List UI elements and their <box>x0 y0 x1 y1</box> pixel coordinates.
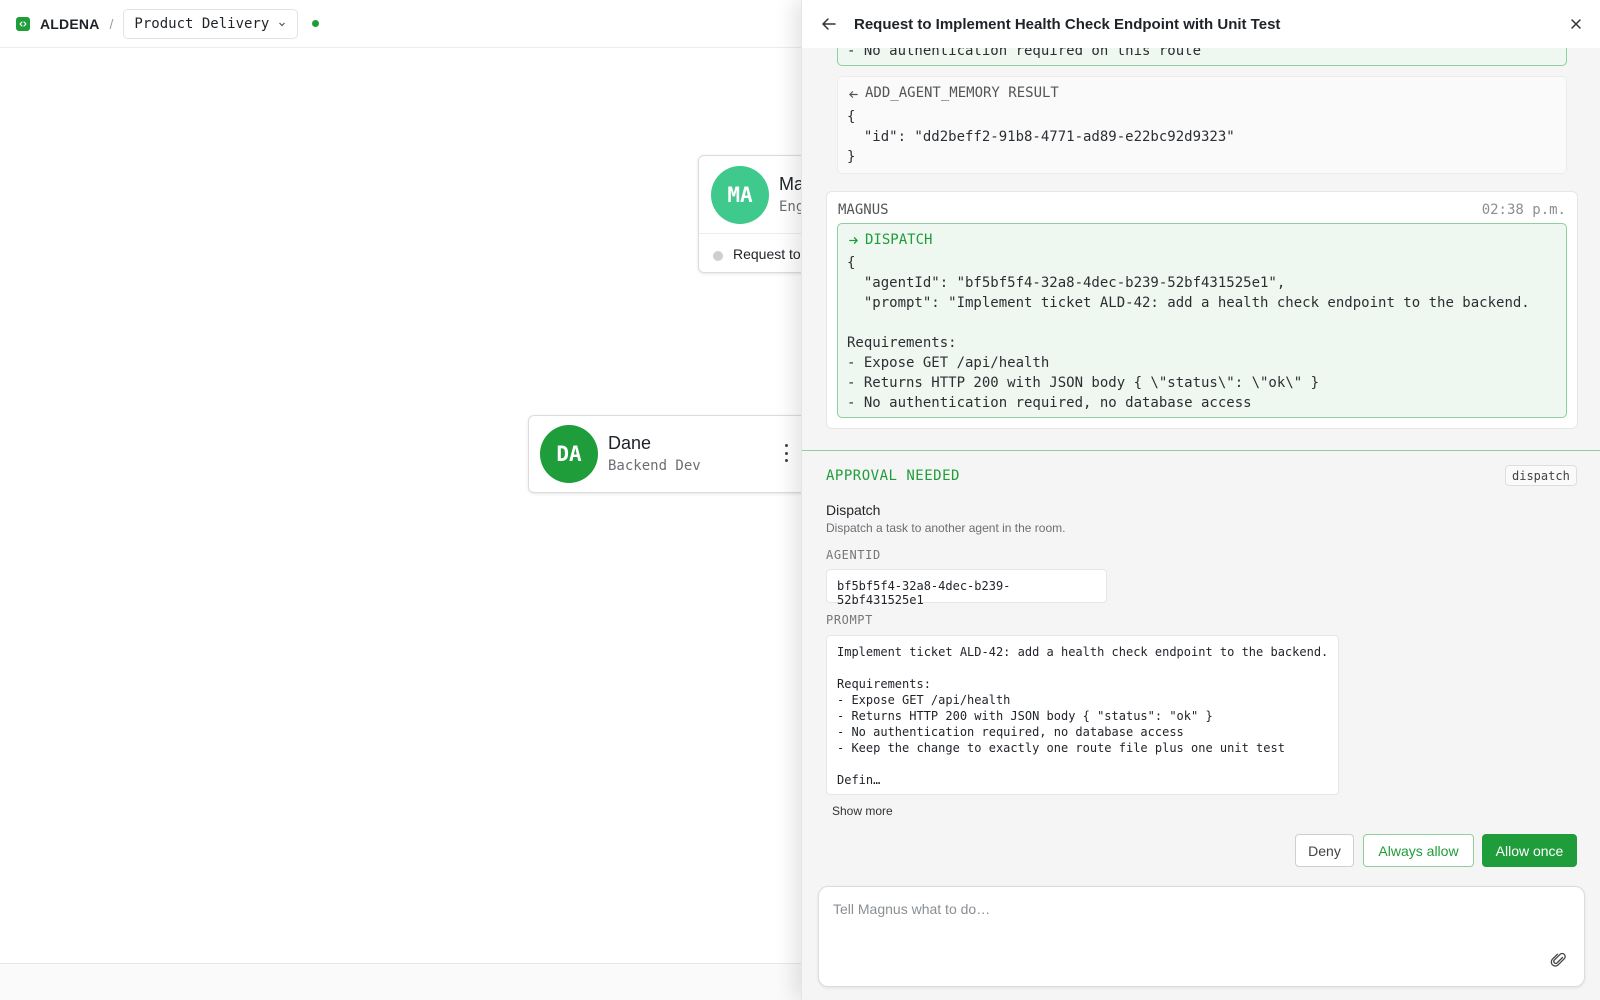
request-drawer: Request to Implement Health Check Endpoi… <box>801 0 1600 1000</box>
tool-description: Dispatch a task to another agent in the … <box>826 521 1066 535</box>
composer <box>818 886 1585 987</box>
tool-result-block: ADD_AGENT_MEMORY RESULT { "id": "dd2beff… <box>837 76 1567 174</box>
agent-task-text: Request to <box>733 246 801 262</box>
prompt-value: Implement ticket ALD-42: add a health ch… <box>826 635 1339 795</box>
brand-name: ALDENA <box>40 15 100 32</box>
prompt-line: - Returns HTTP 200 with JSON body { "sta… <box>837 709 1213 723</box>
message-card: MAGNUS 02:38 p.m. DISPATCH { "agentId": … <box>826 191 1578 429</box>
code-line: Requirements: <box>847 335 957 351</box>
drawer-title: Request to Implement Health Check Endpoi… <box>854 16 1281 33</box>
tool-name: Dispatch <box>826 502 881 518</box>
code-line: "id": "dd2beff2-91b8-4771-ad89-e22bc92d9… <box>847 129 1235 145</box>
prompt-line: - No authentication required, no databas… <box>837 725 1184 739</box>
avatar: DA <box>540 425 598 483</box>
prompt-line: Implement ticket ALD-42: add a health ch… <box>837 645 1329 659</box>
tool-result-label: ADD_AGENT_MEMORY RESULT <box>865 85 1059 101</box>
arrow-left-icon <box>848 91 858 98</box>
chevron-down-icon <box>279 22 286 26</box>
tool-call-label: DISPATCH <box>865 232 933 248</box>
status-dot <box>713 251 723 261</box>
prompt-line: Defin… <box>837 773 881 787</box>
message-history[interactable]: - No authentication required on this rou… <box>802 48 1600 450</box>
agent-name: Dane <box>608 433 652 453</box>
message-author: MAGNUS <box>838 202 889 218</box>
code-line: "prompt": "Implement ticket ALD-42: add … <box>847 295 1530 311</box>
tool-tag: dispatch <box>1505 465 1577 486</box>
close-icon[interactable] <box>1568 16 1584 32</box>
code-line: - No authentication required, no databas… <box>847 395 1252 411</box>
deny-button[interactable]: Deny <box>1295 834 1354 867</box>
prompt-line: - Keep the change to exactly one route f… <box>837 741 1285 755</box>
code-line: - Returns HTTP 200 with JSON body { \"st… <box>847 375 1320 391</box>
room-select[interactable]: Product Delivery <box>123 8 299 39</box>
agentid-value: bf5bf5f4-32a8-4dec-b239-52bf431525e1 <box>826 569 1107 607</box>
agentid-text: bf5bf5f4-32a8-4dec-b239-52bf431525e1 <box>837 579 1011 607</box>
arrow-right-icon <box>849 237 859 244</box>
approval-title: APPROVAL NEEDED <box>826 468 960 484</box>
code-line: "agentId": "bf5bf5f4-32a8-4dec-b239-52bf… <box>847 275 1286 291</box>
composer-area <box>802 878 1600 1000</box>
always-allow-button[interactable]: Always allow <box>1363 834 1474 867</box>
previous-dispatch-block: - No authentication required on this rou… <box>837 48 1567 66</box>
allow-once-button[interactable]: Allow once <box>1482 834 1577 867</box>
show-more-link[interactable]: Show more <box>832 804 893 818</box>
message-timestamp: 02:38 p.m. <box>1481 202 1566 218</box>
agent-role: Backend Dev <box>608 458 701 474</box>
back-arrow-icon[interactable] <box>820 15 838 33</box>
agentid-label: AGENTID <box>826 548 881 562</box>
more-options-icon[interactable] <box>783 444 789 462</box>
aldena-logo-icon <box>16 16 30 31</box>
breadcrumb-separator: / <box>109 15 114 32</box>
message-input[interactable] <box>833 901 1533 941</box>
code-line: } <box>847 149 856 165</box>
avatar: MA <box>711 166 769 224</box>
prompt-line: Requirements: <box>837 677 931 691</box>
prompt-line: - Expose GET /api/health <box>837 693 1011 707</box>
agent-card-dane[interactable]: DA Dane Backend Dev <box>528 415 818 493</box>
approval-panel: APPROVAL NEEDED dispatch Dispatch Dispat… <box>802 450 1600 878</box>
paperclip-icon[interactable] <box>1550 951 1568 969</box>
code-line: - Expose GET /api/health <box>847 355 1050 371</box>
status-dot <box>312 20 320 27</box>
code-line: - No authentication required on this rou… <box>847 48 1202 59</box>
code-line: { <box>847 109 856 125</box>
code-line: { <box>847 255 856 271</box>
room-select-label: Product Delivery <box>134 15 270 32</box>
prompt-label: PROMPT <box>826 613 873 627</box>
dispatch-call-block: DISPATCH { "agentId": "bf5bf5f4-32a8-4de… <box>837 223 1567 418</box>
drawer-header: Request to Implement Health Check Endpoi… <box>802 0 1600 48</box>
